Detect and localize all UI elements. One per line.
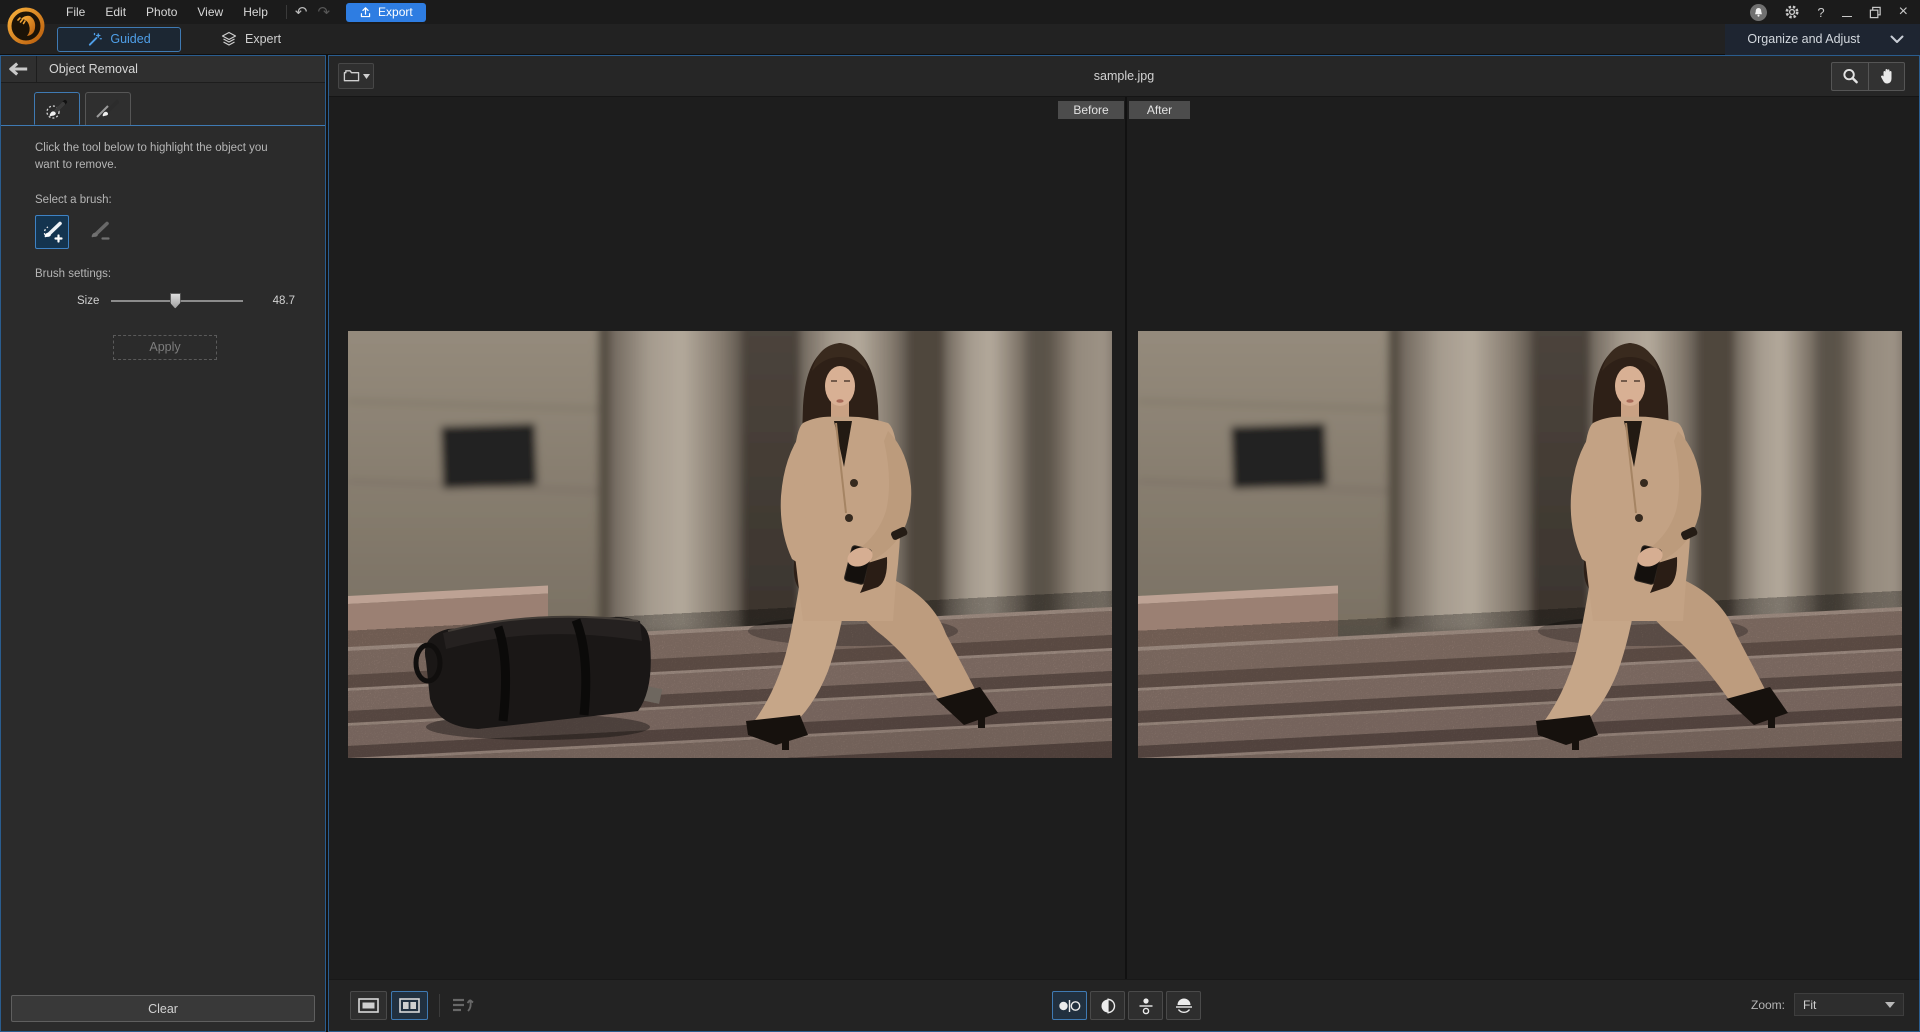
notifications-button[interactable] [1750, 4, 1767, 21]
tab-expert[interactable]: Expert [221, 27, 281, 52]
size-slider[interactable] [111, 293, 243, 309]
filename-label: sample.jpg [329, 69, 1919, 83]
menu-view[interactable]: View [187, 2, 233, 22]
redo-icon: ↷ [317, 3, 330, 21]
dropdown-caret-icon [363, 74, 370, 79]
menu-photo[interactable]: Photo [136, 2, 187, 22]
hand-icon [1879, 68, 1895, 85]
tab-guided[interactable]: Guided [57, 27, 181, 52]
title-bar: File Edit Photo View Help ↶ ↷ Export ? [0, 0, 1920, 24]
zoom-value: Fit [1803, 998, 1816, 1012]
stack-arrow-icon [451, 995, 477, 1017]
dual-view-icon [399, 998, 420, 1013]
workspace-bar: Guided Expert Organize and Adjust [0, 24, 1920, 55]
panel-header: Object Removal [1, 56, 325, 83]
brush-mode-tabs [1, 83, 325, 126]
tab-select-brush[interactable] [34, 92, 80, 125]
menu-file[interactable]: File [56, 2, 95, 22]
canvas-bottom-bar: Zoom: Fit [329, 979, 1919, 1031]
size-value: 48.7 [273, 295, 295, 307]
pane-divider [1125, 97, 1127, 979]
split-horizontal-icon [1175, 998, 1193, 1014]
panel-spacer [1, 360, 325, 987]
brush-settings-label: Brush settings: [35, 268, 295, 280]
top-bottom-icon [1138, 997, 1154, 1015]
magnifier-icon [1842, 68, 1859, 85]
export-button[interactable]: Export [346, 3, 426, 22]
maximize-button[interactable] [1869, 6, 1882, 19]
line-brush-icon [95, 98, 121, 120]
mode-selector-organize-and-adjust[interactable]: Organize and Adjust [1725, 24, 1920, 55]
after-image[interactable] [1138, 331, 1902, 758]
zoom-select[interactable]: Fit [1794, 993, 1904, 1016]
compare-side-by-side-button[interactable] [1052, 991, 1087, 1020]
photo-illustration [348, 331, 1112, 758]
back-button[interactable] [1, 56, 37, 83]
app-logo-icon [7, 7, 45, 45]
select-brush-label: Select a brush: [35, 194, 295, 206]
back-arrow-icon [9, 62, 29, 76]
zoom-label: Zoom: [1751, 998, 1785, 1012]
side-by-side-icon [1058, 999, 1081, 1013]
menu-help[interactable]: Help [233, 2, 278, 22]
black-bag [416, 616, 662, 740]
compare-split-horizontal-button[interactable] [1166, 991, 1201, 1020]
size-slider-thumb[interactable] [170, 293, 181, 309]
minimize-button[interactable] [1842, 16, 1852, 17]
help-button[interactable]: ? [1817, 5, 1824, 20]
layers-icon [221, 31, 237, 47]
export-label: Export [378, 5, 413, 19]
panel-title: Object Removal [37, 62, 138, 76]
instruction-text: Click the tool below to highlight the ob… [35, 140, 271, 175]
add-brush-button[interactable] [35, 215, 69, 249]
photo-illustration [1138, 331, 1902, 758]
canvas-top-bar: sample.jpg [329, 56, 1919, 97]
expert-label: Expert [245, 32, 281, 46]
guided-label: Guided [110, 32, 150, 46]
bottombar-separator [439, 994, 440, 1017]
before-image[interactable] [348, 331, 1112, 758]
auto-actions-button [451, 992, 483, 1019]
menu-edit[interactable]: Edit [95, 2, 136, 22]
split-vertical-icon [1100, 998, 1116, 1014]
pan-tool-button[interactable] [1868, 62, 1905, 91]
clear-button[interactable]: Clear [11, 995, 315, 1022]
selection-brush-icon [44, 98, 70, 120]
folder-icon [343, 69, 360, 83]
toolbar-separator [286, 5, 287, 19]
compare-split-vertical-button[interactable] [1090, 991, 1125, 1020]
remove-brush-button [82, 215, 116, 249]
close-button[interactable]: × [1899, 4, 1908, 20]
settings-gear-icon[interactable] [1784, 4, 1800, 20]
magic-wand-icon [87, 32, 102, 47]
zoom-tool-button[interactable] [1831, 62, 1868, 91]
compare-top-bottom-button[interactable] [1128, 991, 1163, 1020]
open-file-button[interactable] [338, 63, 374, 89]
size-slider-row: Size 48.7 [35, 293, 295, 309]
compare-mode-group [1052, 991, 1201, 1020]
brush-plus-icon [40, 220, 64, 244]
main-area: Object Removal Click the tool b [0, 55, 1920, 1032]
canvas-area: sample.jpg Before After [328, 55, 1920, 1032]
size-label: Size [77, 295, 99, 307]
single-view-button[interactable] [350, 991, 387, 1020]
chevron-down-icon [1890, 35, 1904, 44]
panel-body: Click the tool below to highlight the ob… [1, 126, 325, 360]
apply-button[interactable]: Apply [113, 335, 217, 360]
dual-view-button[interactable] [391, 991, 428, 1020]
object-removal-panel: Object Removal Click the tool b [0, 55, 326, 1032]
undo-icon[interactable]: ↶ [295, 3, 308, 21]
after-label[interactable]: After [1129, 101, 1190, 119]
brush-minus-icon [87, 220, 111, 244]
tab-line-brush[interactable] [85, 92, 131, 125]
single-view-icon [358, 998, 379, 1013]
zoom-control: Zoom: Fit [1751, 993, 1904, 1016]
before-label[interactable]: Before [1058, 101, 1124, 119]
bell-icon [1753, 7, 1764, 18]
upload-icon [359, 6, 372, 19]
zoom-caret-icon [1885, 1002, 1895, 1008]
mode-selector-label: Organize and Adjust [1747, 32, 1860, 46]
